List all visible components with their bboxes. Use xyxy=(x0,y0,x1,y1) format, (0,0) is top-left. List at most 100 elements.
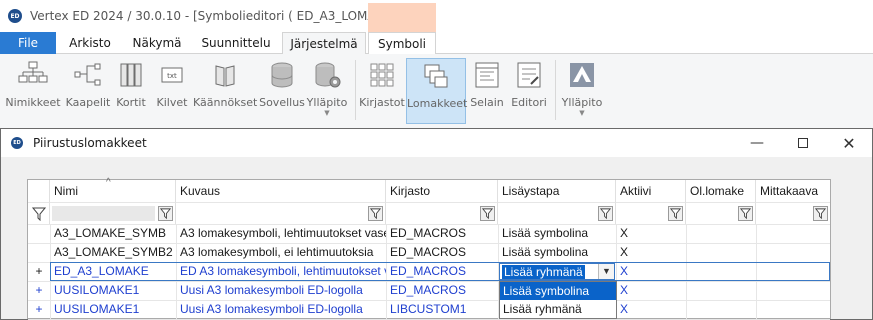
cell-nimi[interactable]: A3_LOMAKE_SYMB xyxy=(50,224,176,243)
cell-kuvaus[interactable]: A3 lomakesymboli, ei lehtimuutoksia xyxy=(176,243,386,262)
filter-icon[interactable] xyxy=(813,206,828,221)
cards-icon xyxy=(120,63,142,87)
filter-cell-aktiivi[interactable] xyxy=(616,202,686,224)
cell-aktiivi[interactable]: X xyxy=(616,224,686,243)
chevron-down-icon: ▼ xyxy=(579,109,585,117)
row-marker[interactable] xyxy=(28,224,50,243)
kaapelit-label: Kaapelit xyxy=(65,96,111,109)
cable-tree-icon xyxy=(74,63,101,86)
column-header-aktiivi[interactable]: Aktiivi xyxy=(616,180,686,202)
sort-ascending-icon: ^ xyxy=(106,177,111,188)
filter-cell-kuvaus[interactable] xyxy=(176,202,386,224)
row-marker[interactable] xyxy=(28,243,50,262)
yllapito-label-1: Ylläpito xyxy=(306,96,348,109)
cell-lisaystapa[interactable]: Lisää symbolina xyxy=(498,224,616,243)
dropdown-option[interactable]: Lisää symbolina xyxy=(500,282,616,300)
column-label-nimi: Nimi xyxy=(54,184,78,198)
cell-aktiivi[interactable]: X xyxy=(616,243,686,262)
kaannokset-button[interactable]: Käännökset xyxy=(193,58,257,124)
ribbon-tabs: File Arkisto Näkymä Suunnittelu Järjeste… xyxy=(0,32,873,55)
lisaystapa-combobox[interactable]: Lisää ryhmänä ▼ xyxy=(499,263,615,280)
editori-label: Editori xyxy=(511,96,547,109)
row-marker[interactable]: + xyxy=(28,300,50,319)
selain-button[interactable]: Selain xyxy=(468,58,506,124)
cell-kuvaus[interactable]: Uusi A3 lomakesymboli ED-logolla xyxy=(176,281,386,300)
filter-icon[interactable] xyxy=(158,206,173,221)
cell-kirjasto[interactable]: ED_MACROS xyxy=(386,224,498,243)
kortit-button[interactable]: Kortit xyxy=(114,58,148,124)
cell-aktiivi[interactable]: X xyxy=(616,281,686,300)
cell-kuvaus[interactable]: Uusi A3 lomakesymboli ED-logolla xyxy=(176,300,386,319)
kaannokset-label: Käännökset xyxy=(193,96,258,109)
cell-kirjasto[interactable]: ED_MACROS xyxy=(386,281,498,300)
kirjastot-button[interactable]: Kirjastot xyxy=(358,58,406,124)
cell-kuvaus[interactable]: A3 lomakesymboli, lehtimuutokset vasen .… xyxy=(176,224,386,243)
minimize-icon[interactable]: — xyxy=(734,129,780,157)
filter-row-header xyxy=(28,202,50,224)
vertex-logo-icon xyxy=(570,63,594,87)
cell-kirjasto[interactable]: ED_MACROS xyxy=(386,243,498,262)
column-header-mittakaava[interactable]: Mittakaava xyxy=(756,180,830,202)
filter-cell-lisaystapa[interactable] xyxy=(498,202,616,224)
dialog-title: Piirustuslomakkeet xyxy=(33,136,147,150)
filter-cell-mittakaava[interactable] xyxy=(756,202,830,224)
dropdown-option[interactable]: Lisää ryhmänä xyxy=(500,300,616,318)
column-header-kirjasto[interactable]: Kirjasto xyxy=(386,180,498,202)
cell-kuvaus[interactable]: ED A3 lomakesymboli, lehtimuutokset vas.… xyxy=(176,262,386,281)
chevron-down-icon: ▼ xyxy=(324,109,330,117)
column-header-kuvaus[interactable]: Kuvaus xyxy=(176,180,386,202)
filter-icon[interactable] xyxy=(598,206,613,221)
row-marker[interactable]: + xyxy=(28,262,50,281)
hierarchy-icon xyxy=(18,61,48,83)
maximize-icon[interactable] xyxy=(780,129,826,157)
sovellus-button[interactable]: Sovellus xyxy=(259,58,305,124)
cell-aktiivi[interactable]: X xyxy=(616,262,686,281)
cell-nimi[interactable]: UUSILOMAKE1 xyxy=(50,281,176,300)
yllapito-button-1[interactable]: Ylläpito ▼ xyxy=(306,58,348,124)
filter-icon[interactable] xyxy=(368,206,383,221)
lisaystapa-dropdown-list: Lisää symbolina Lisää ryhmänä xyxy=(499,281,617,319)
filter-cell-kirjasto[interactable] xyxy=(386,202,498,224)
column-header-lisaystapa[interactable]: Lisäystapa xyxy=(498,180,616,202)
tab-nakyma[interactable]: Näkymä xyxy=(124,32,190,54)
lomakkeet-button[interactable]: Lomakkeet xyxy=(406,58,467,124)
close-icon[interactable]: ✕ xyxy=(826,129,872,157)
cell-kirjasto[interactable]: ED_MACROS xyxy=(386,262,498,281)
chevron-down-icon[interactable]: ▼ xyxy=(598,264,614,279)
filter-icon[interactable] xyxy=(480,206,495,221)
kilvet-button[interactable]: txt Kilvet xyxy=(154,58,190,124)
editori-button[interactable]: Editori xyxy=(508,58,550,124)
tab-suunnittelu[interactable]: Suunnittelu xyxy=(194,32,278,54)
column-header-nimi[interactable]: Nimi ^ xyxy=(50,177,176,202)
cell-nimi[interactable]: A3_LOMAKE_SYMB2 xyxy=(50,243,176,262)
tab-jarjestelma[interactable]: Järjestelmä xyxy=(282,32,366,55)
sovellus-label: Sovellus xyxy=(259,96,305,109)
ribbon-panel: Nimikkeet Kaapelit Kortit txt Kilvet Kää… xyxy=(0,54,873,130)
tab-file[interactable]: File xyxy=(0,32,56,54)
nimikkeet-button[interactable]: Nimikkeet xyxy=(4,58,62,124)
filter-input-nimi[interactable] xyxy=(52,206,155,221)
filter-icon[interactable] xyxy=(738,206,753,221)
ribbon-separator xyxy=(555,60,556,120)
yllapito-button-2[interactable]: Ylläpito ▼ xyxy=(558,58,606,124)
yllapito-label-2: Ylläpito xyxy=(561,96,603,109)
filter-cell-nimi[interactable] xyxy=(50,202,176,224)
kaapelit-button[interactable]: Kaapelit xyxy=(64,58,112,124)
cell-kirjasto[interactable]: LIBCUSTOM1 xyxy=(386,300,498,319)
nimikkeet-label: Nimikkeet xyxy=(5,96,61,109)
cell-aktiivi[interactable]: X xyxy=(616,300,686,319)
forms-grid: Nimi ^ Kuvaus Kirjasto Lisäystapa Aktiiv… xyxy=(27,177,831,320)
cell-lisaystapa[interactable]: Lisää symbolina xyxy=(498,243,616,262)
combobox-value: Lisää ryhmänä xyxy=(502,265,585,279)
column-header-ol-lomake[interactable]: Ol.lomake xyxy=(686,180,756,202)
row-marker[interactable]: + xyxy=(28,281,50,300)
cell-nimi[interactable]: ED_A3_LOMAKE xyxy=(50,262,176,281)
cell-nimi[interactable]: UUSILOMAKE1 xyxy=(50,300,176,319)
filter-icon[interactable] xyxy=(32,207,46,221)
tab-arkisto[interactable]: Arkisto xyxy=(60,32,120,54)
library-grid-icon xyxy=(370,63,394,87)
editor-icon xyxy=(517,62,541,88)
tab-symboli[interactable]: Symboli xyxy=(368,32,436,54)
filter-cell-ol-lomake[interactable] xyxy=(686,202,756,224)
filter-icon[interactable] xyxy=(668,206,683,221)
